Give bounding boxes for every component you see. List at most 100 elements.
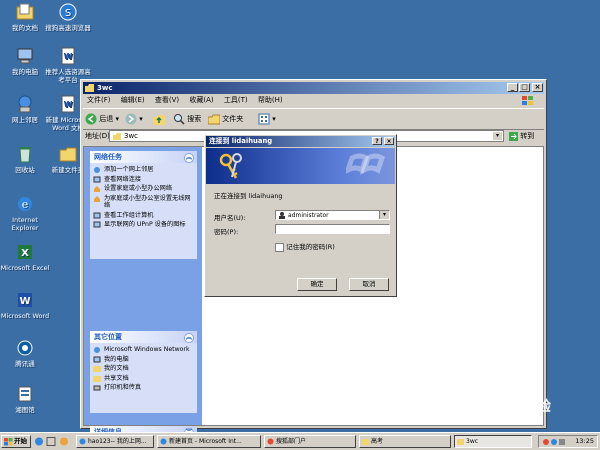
collapse-chevron-icon[interactable]: ︽ <box>184 333 194 343</box>
svg-text:e: e <box>22 198 29 211</box>
desktop-icon-label: Microsoft Excel <box>0 264 50 272</box>
network-tasks-header[interactable]: 网络任务 ︽ <box>90 151 197 163</box>
task-add-network-place[interactable]: 添加一个网上邻居 <box>90 165 197 175</box>
taskbar-item-sohu[interactable]: 搜狐部门户 <box>264 435 356 448</box>
task-view-network-connections[interactable]: 查看网络连接 <box>90 175 197 185</box>
back-button[interactable]: 后退 ▾ <box>85 112 119 126</box>
desktop-icon-word[interactable]: W Microsoft Word <box>0 290 50 320</box>
task-show-upnp-devices[interactable]: 显示联网的 UPnP 设备的图标 <box>90 220 197 230</box>
menu-view[interactable]: 查看(V) <box>151 95 183 106</box>
search-button[interactable]: 搜索 <box>173 112 201 126</box>
tray-network-icon <box>551 439 557 445</box>
keys-icon <box>216 151 246 183</box>
password-field[interactable] <box>275 224 390 234</box>
taskbar-item-new-homepage[interactable]: 新建首页 - Microsoft Int... <box>157 435 261 448</box>
desktop-quicklaunch-icon <box>46 437 56 446</box>
svg-text:W: W <box>19 296 30 307</box>
task-setup-wireless-network[interactable]: 为家庭或小型办公室设置无线网络 <box>90 194 197 211</box>
network-tasks-panel: 网络任务 ︽ 添加一个网上邻居 查看网络连接 设置家庭或小型办公网络 为家庭或小… <box>90 151 197 259</box>
dialog-titlebar[interactable]: 连接到 lidaihuang ? × <box>206 136 395 147</box>
remember-password-label: 记住我的密码(R) <box>286 243 335 251</box>
folders-label: 文件夹 <box>222 115 244 123</box>
password-label: 密码(P): <box>214 228 239 236</box>
network-connections-icon <box>93 176 101 182</box>
taskbar-item-3wc[interactable]: 3wc <box>454 435 532 448</box>
sogou-browser-icon <box>267 438 274 447</box>
ie-icon <box>160 438 167 447</box>
checkbox-box[interactable] <box>275 242 284 252</box>
maximize-button[interactable]: □ <box>519 83 530 92</box>
close-button[interactable]: × <box>532 83 543 92</box>
remember-password-checkbox[interactable]: 记住我的密码(R) <box>275 241 335 252</box>
cancel-button[interactable]: 取消 <box>349 278 389 291</box>
folders-button[interactable]: 文件夹 <box>207 112 244 126</box>
menu-file[interactable]: 文件(F) <box>83 95 115 106</box>
connecting-text: 正在连接到 lidaihuang <box>214 192 283 200</box>
recycle-bin-icon <box>15 144 35 164</box>
word-document-icon: W <box>58 94 78 114</box>
username-combobox[interactable]: administrator ▾ <box>275 210 390 220</box>
desktop-icon-label: Internet Explorer <box>11 216 39 232</box>
collapse-chevron-icon[interactable]: ︽ <box>184 153 194 163</box>
taskbar: 开始 hao123-- 我的上网... 新建首页 - Microsoft Int… <box>0 432 600 450</box>
clock[interactable]: 13:25 <box>575 437 594 445</box>
desktop-icon-tencent-rtx[interactable]: 腾讯通 <box>0 338 50 368</box>
place-my-documents[interactable]: 我的文档 <box>90 364 197 374</box>
place-label: Microsoft Windows Network <box>104 346 190 353</box>
task-label: 显示联网的 UPnP 设备的图标 <box>104 221 186 228</box>
task-label: 查看网络连接 <box>104 175 142 183</box>
start-button[interactable]: 开始 <box>1 435 31 448</box>
forward-button[interactable]: ▾ <box>125 112 143 126</box>
menu-tools[interactable]: 工具(T) <box>220 95 252 106</box>
desktop-icon-excel[interactable]: X Microsoft Excel <box>0 242 50 272</box>
folder-icon <box>58 144 78 164</box>
up-button[interactable] <box>153 112 165 126</box>
folders-icon <box>207 114 221 125</box>
ok-button[interactable]: 确定 <box>297 278 337 291</box>
go-button[interactable]: 转到 <box>509 130 534 142</box>
word-icon: W <box>15 290 35 310</box>
window-titlebar[interactable]: 3wc _ □ × <box>83 82 544 94</box>
place-windows-network[interactable]: Microsoft Windows Network <box>90 345 197 355</box>
svg-text:X: X <box>21 248 29 259</box>
go-arrow-icon <box>509 131 518 141</box>
desktop-icon-internet-explorer[interactable]: e Internet Explorer <box>0 194 50 232</box>
menu-edit[interactable]: 编辑(E) <box>117 95 149 106</box>
folder-up-icon <box>153 115 165 125</box>
other-places-header[interactable]: 其它位置 ︽ <box>90 331 197 343</box>
minimize-button[interactable]: _ <box>507 83 518 92</box>
library-icon <box>15 384 35 404</box>
menu-bar: 文件(F) 编辑(E) 查看(V) 收藏(A) 工具(T) 帮助(H) <box>83 95 544 106</box>
place-my-computer[interactable]: 我的电脑 <box>90 355 197 365</box>
task-pane: 网络任务 ︽ 添加一个网上邻居 查看网络连接 设置家庭或小型办公网络 为家庭或小… <box>84 147 202 438</box>
svg-text:S: S <box>65 8 71 19</box>
place-shared-documents[interactable]: 共享文档 <box>90 374 197 384</box>
place-printers-faxes[interactable]: 打印机和传真 <box>90 383 197 393</box>
connect-dialog: 连接到 lidaihuang ? × 正在连接到 lidaihuang 用户名(… <box>204 134 397 297</box>
ie-quicklaunch-icon <box>35 437 43 446</box>
desktop-icon-sogou-browser[interactable]: S 搜狗高速浏览器 <box>43 2 93 32</box>
username-dropdown-arrow[interactable]: ▾ <box>379 211 389 219</box>
help-button[interactable]: ? <box>372 137 382 145</box>
start-label: 开始 <box>14 437 27 445</box>
tray-icons <box>542 438 566 450</box>
other-places-title: 其它位置 <box>94 333 122 341</box>
task-view-workgroup-computers[interactable]: 查看工作组计算机 <box>90 211 197 221</box>
task-label: hao123-- 我的上网... <box>88 438 147 445</box>
task-setup-home-network[interactable]: 设置家庭或小型办公网络 <box>90 184 197 194</box>
views-icon <box>258 113 270 125</box>
dialog-close-button[interactable]: × <box>384 137 394 145</box>
menu-help[interactable]: 帮助(H) <box>254 95 287 106</box>
tencent-rtx-icon <box>15 338 35 358</box>
desktop-icon-library[interactable]: 湘图馆 <box>0 384 50 414</box>
task-label: 设置家庭或小型办公网络 <box>104 185 173 192</box>
menu-favorites[interactable]: 收藏(A) <box>185 95 217 106</box>
dialog-banner <box>206 148 395 184</box>
folder-icon <box>457 438 464 447</box>
views-button[interactable]: ▾ <box>258 112 276 126</box>
tray-app-icon <box>543 439 549 445</box>
taskbar-item-gaokao[interactable]: 高考 <box>359 435 451 448</box>
user-icon <box>278 212 286 222</box>
taskbar-item-hao123[interactable]: hao123-- 我的上网... <box>76 435 154 448</box>
address-dropdown-arrow[interactable]: ▾ <box>493 132 502 140</box>
